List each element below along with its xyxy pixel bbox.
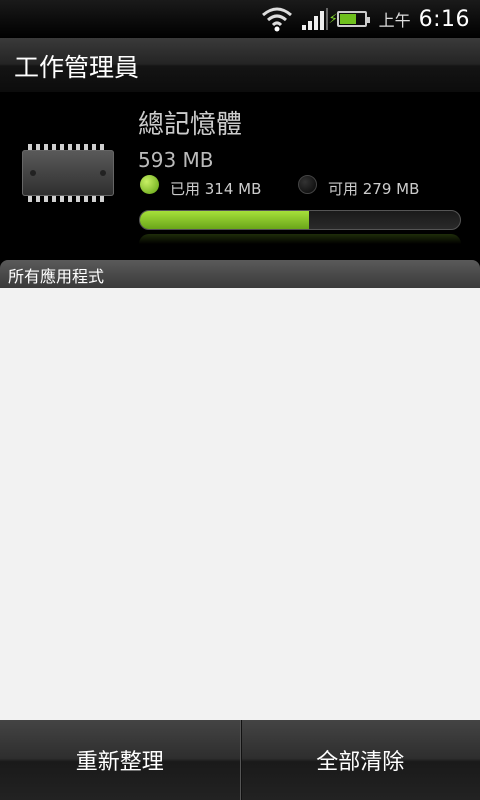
memory-usage-bar (139, 210, 461, 230)
battery-fill (339, 14, 356, 24)
signal-icon (301, 8, 328, 30)
app-list[interactable] (0, 288, 480, 720)
battery-charging-icon: ⚡ (329, 11, 370, 27)
memory-chip-icon (18, 140, 118, 210)
bar-reflection (139, 234, 461, 244)
chip-dot (30, 170, 36, 176)
free-legend-icon (298, 175, 317, 194)
memory-panel: 總記憶體 593 MB 已用 314 MB 可用 279 MB (0, 92, 480, 260)
status-icons: ⚡ 上午 6:16 (261, 0, 470, 38)
clock-time: 6:16 (418, 6, 470, 32)
charging-bolt-icon: ⚡ (328, 12, 338, 27)
free-memory-label: 可用 279 MB (328, 180, 420, 198)
bottom-action-bar: 重新整理 全部清除 (0, 720, 480, 800)
chip-body (22, 150, 114, 196)
clear-all-button[interactable]: 全部清除 (241, 720, 480, 800)
clock-ampm: 上午 (378, 11, 411, 30)
memory-title: 總記憶體 (138, 110, 243, 140)
refresh-button[interactable]: 重新整理 (0, 720, 240, 800)
chip-pins-bottom (28, 196, 108, 202)
used-legend-icon (140, 175, 159, 194)
page-title: 工作管理員 (14, 53, 140, 82)
status-bar: ⚡ 上午 6:16 (0, 0, 480, 38)
app-title-bar: 工作管理員 (0, 38, 480, 93)
used-memory-label: 已用 314 MB (170, 180, 262, 198)
memory-usage-fill (140, 211, 310, 229)
memory-total: 593 MB (138, 148, 214, 172)
section-header: 所有應用程式 (0, 260, 480, 288)
chip-dot (100, 170, 106, 176)
wifi-icon (261, 7, 292, 32)
section-label: 所有應用程式 (8, 267, 105, 286)
